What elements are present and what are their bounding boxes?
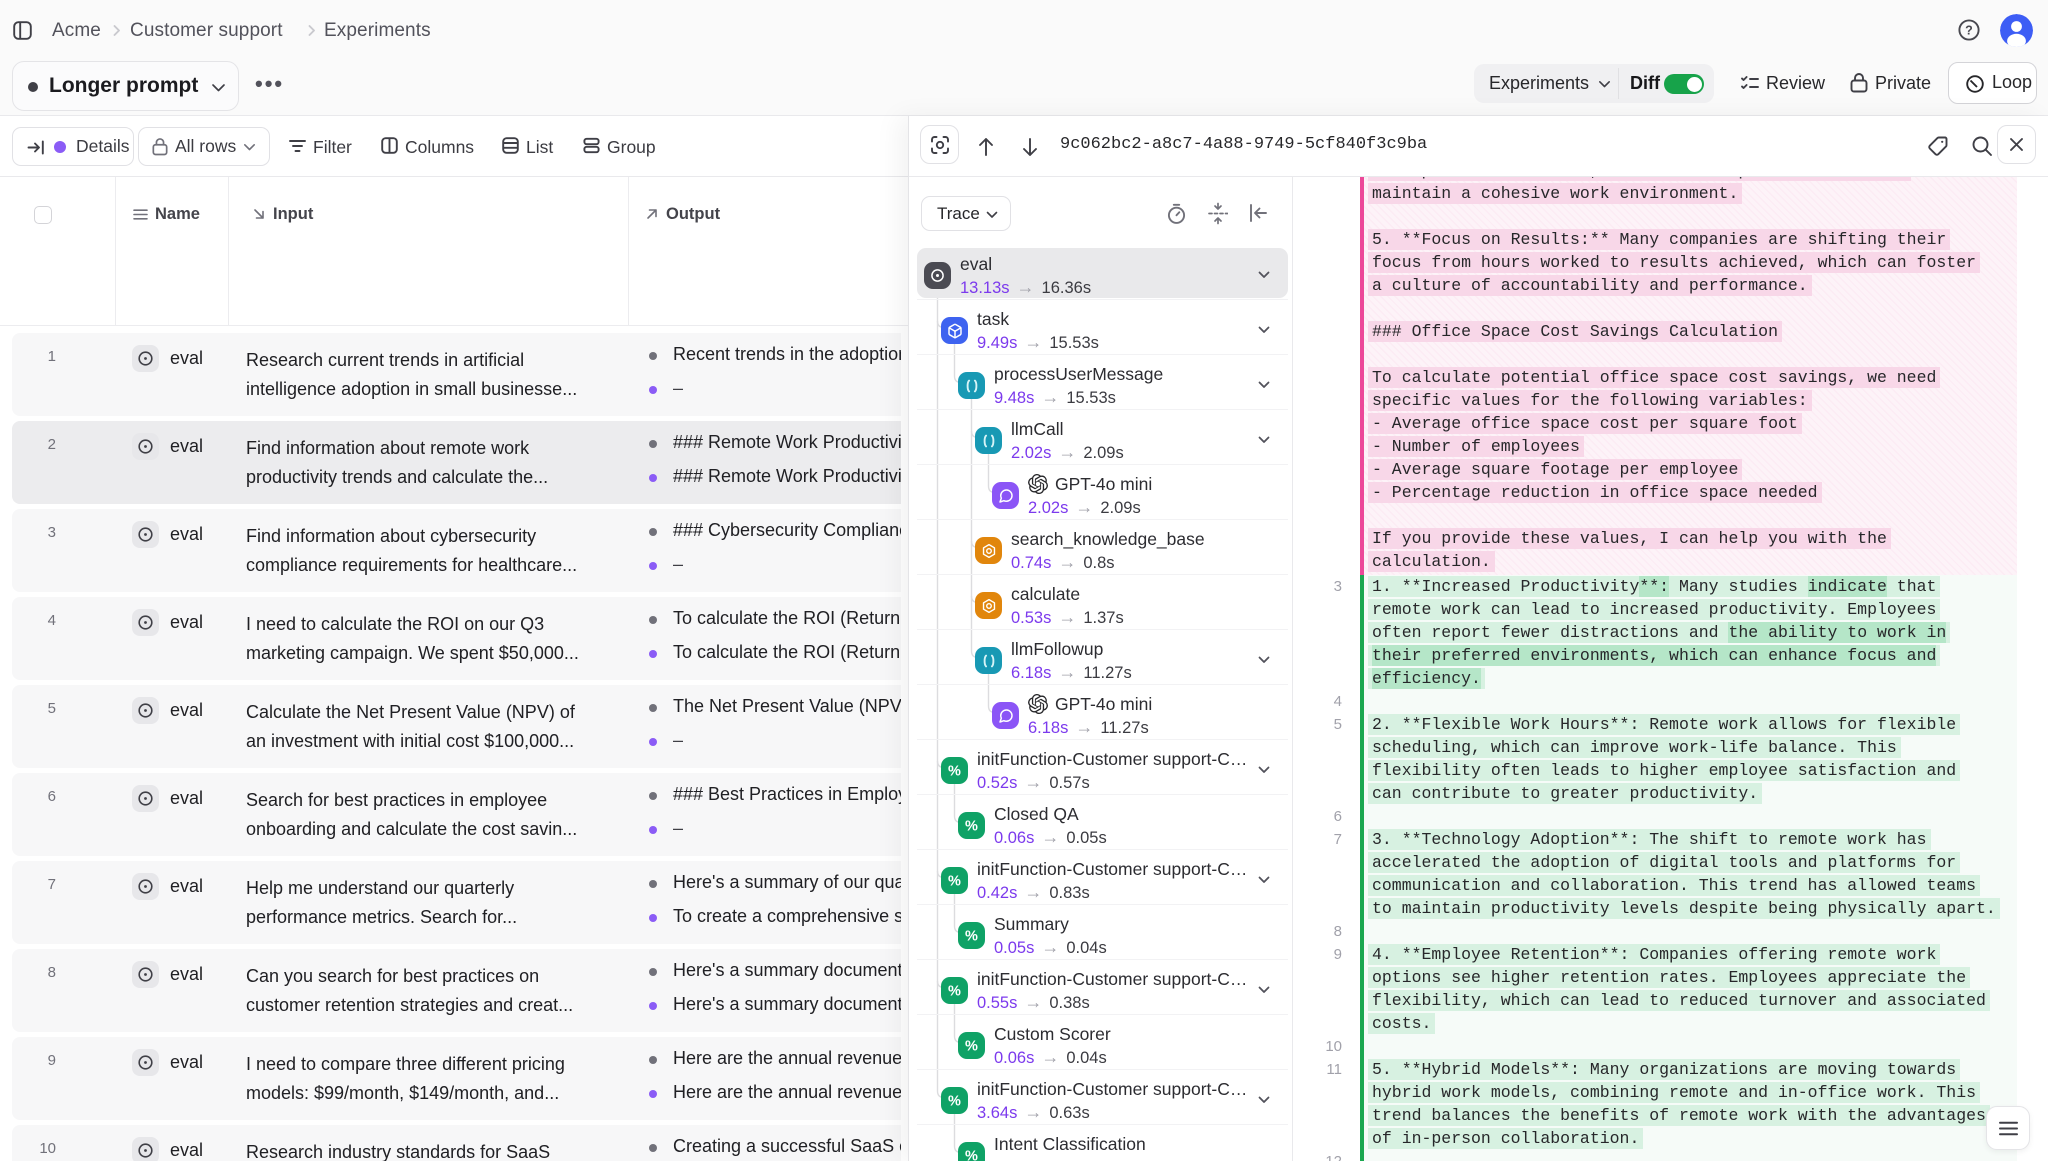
- svg-text:%: %: [965, 1038, 978, 1054]
- svg-text:%: %: [965, 928, 978, 944]
- svg-text:%: %: [948, 763, 961, 779]
- svg-text:%: %: [948, 1093, 961, 1109]
- svg-text:?: ?: [1965, 24, 1973, 38]
- svg-text:%: %: [948, 873, 961, 889]
- svg-text:%: %: [965, 1148, 978, 1161]
- svg-text:%: %: [948, 983, 961, 999]
- svg-text:%: %: [965, 818, 978, 834]
